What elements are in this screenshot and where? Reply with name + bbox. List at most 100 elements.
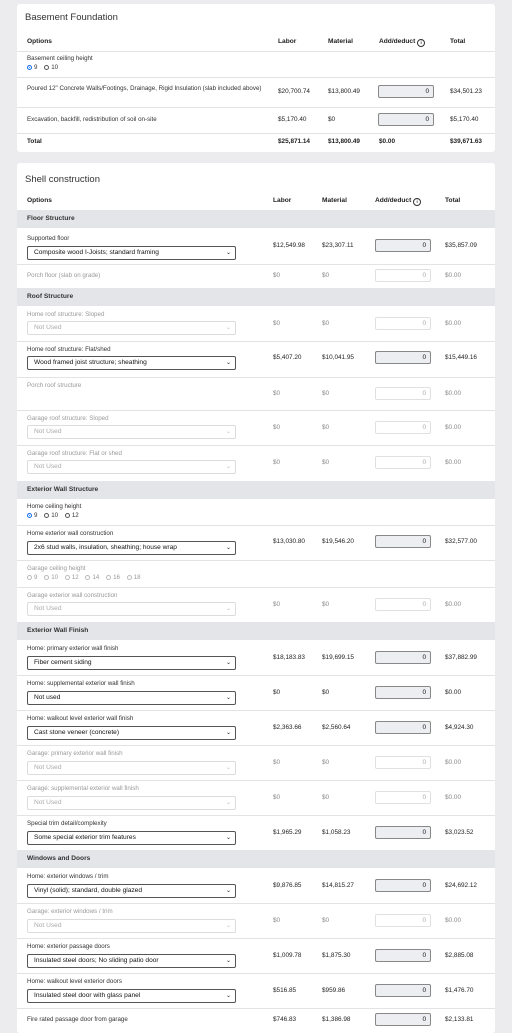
row-home-roof-flat: Home roof structure: Flat/shed Wood fram… [17,341,495,378]
garage-roof-sloped-select[interactable]: Not Used ⌄ [27,425,236,439]
adjust-input[interactable]: 0 [375,686,431,699]
total-value: $15,449.16 [445,354,477,361]
radio-unselected[interactable] [64,513,70,518]
home-passage-doors-select[interactable]: Insulated steel doors; No sliding patio … [27,954,236,968]
info-icon[interactable]: i [413,198,422,206]
labor-value: $0 [273,272,281,279]
total-value: $5,170.40 [450,116,479,123]
garage-windows-select[interactable]: Not Used ⌄ [27,919,236,933]
radio-option-16[interactable]: 16 [106,574,120,581]
adjust-input[interactable]: 0 [375,535,431,548]
total-value: $35,857.09 [445,242,477,249]
adjust-input[interactable]: 0 [375,387,431,400]
row-home-supp-finish: Home: supplemental exterior wall finish … [17,675,495,711]
select-value: Not Used [34,324,62,331]
radio-option-9[interactable]: 9 [27,512,37,519]
home-primary-finish-select[interactable]: Fiber cement siding ⌄ [27,656,236,670]
adjust-input[interactable]: 0 [375,598,431,611]
row-fire-door: Fire rated passage door from garage $746… [17,1008,495,1033]
material-value: $10,041.95 [322,354,354,361]
radio-option-18[interactable]: 18 [126,574,141,581]
radio-option-12[interactable]: 12 [64,512,79,519]
total-value: $3,023.52 [445,829,474,836]
home-roof-flat-select[interactable]: Wood framed joist structure; sheathing ⌄ [27,356,236,370]
radio-unselected[interactable] [27,575,32,580]
adjust-input[interactable]: 0 [375,826,431,839]
adjust-input[interactable]: 0 [375,1013,431,1026]
row-home-passage-doors: Home: exterior passage doors Insulated s… [17,938,495,974]
radio-option-12[interactable]: 12 [64,574,79,581]
material-value: $14,815.27 [322,882,354,889]
adjust-input[interactable]: 0 [375,949,431,962]
select-value: Insulated steel door with glass panel [34,992,141,999]
radio-unselected[interactable] [44,575,50,580]
radio-option-9[interactable]: 9 [27,574,37,581]
shell-title: Shell construction [25,174,100,185]
row-label: Home: walkout level exterior wall finish [27,715,134,722]
adjust-input[interactable]: 0 [375,791,431,804]
radio-unselected[interactable] [85,575,91,580]
adjust-input[interactable]: 0 [375,756,431,769]
basement-excavation-row: Excavation, backfill, redistribution of … [17,107,495,134]
radio-unselected[interactable] [44,65,50,70]
adjust-input[interactable]: 0 [375,317,431,330]
labor-value: $9,876.85 [273,882,302,889]
basement-ceiling-label: Basement ceiling height [27,55,93,62]
radio-unselected[interactable] [44,513,50,518]
adjust-input[interactable]: 0 [378,113,434,126]
radio-unselected[interactable] [106,575,112,580]
home-walkout-doors-select[interactable]: Insulated steel door with glass panel ⌄ [27,989,236,1003]
labor-value: $746.83 [273,1016,297,1023]
radio-label: 18 [133,574,141,581]
adjust-input[interactable]: 0 [375,984,431,997]
adjust-input[interactable]: 0 [375,914,431,927]
select-value: Wood framed joist structure; sheathing [34,359,147,366]
select-value: Fiber cement siding [34,659,92,666]
adjust-input[interactable]: 0 [378,85,434,98]
row-label: Special trim detail/complexity [27,820,107,827]
home-supp-finish-select[interactable]: Not used ⌄ [27,691,236,705]
row-label: Home: exterior windows / trim [27,873,109,880]
radio-selected[interactable] [27,513,32,518]
row-label: Garage roof structure: Flat or shed [27,450,122,457]
radio-option-10[interactable]: 10 [44,64,58,71]
section-floor-structure: Floor Structure [17,210,495,228]
material-value: $19,699.15 [322,654,354,661]
supported-floor-select[interactable]: Composite wood I-Joists; standard framin… [27,246,236,260]
row-label: Fire rated passage door from garage [27,1016,128,1023]
home-walkout-finish-select[interactable]: Cast stone veneer (concrete) ⌄ [27,726,236,740]
adjust-input[interactable]: 0 [375,651,431,664]
row-garage-ext-wall: Garage exterior wall construction Not Us… [17,587,495,622]
adjust-input[interactable]: 0 [375,879,431,892]
adjust-input[interactable]: 0 [375,456,431,469]
radio-selected[interactable] [27,65,32,70]
adjust-input[interactable]: 0 [375,721,431,734]
labor-value: $1,009.78 [273,952,302,959]
garage-ext-wall-select[interactable]: Not Used ⌄ [27,602,236,616]
adjust-input[interactable]: 0 [375,421,431,434]
grand-total: $39,671.63 [450,138,482,145]
info-icon[interactable]: i [417,39,426,47]
adjust-input[interactable]: 0 [375,239,431,252]
home-ceiling-radios: 9 10 12 [27,512,84,519]
home-roof-sloped-select[interactable]: Not Used ⌄ [27,321,236,335]
radio-unselected[interactable] [64,575,70,580]
radio-unselected[interactable] [126,575,132,580]
home-windows-select[interactable]: Vinyl (solid); standard, double glazed ⌄ [27,884,236,898]
garage-supp-finish-select[interactable]: Not Used ⌄ [27,796,236,810]
special-trim-select[interactable]: Some special exterior trim features ⌄ [27,831,236,845]
radio-option-14[interactable]: 14 [85,574,99,581]
radio-option-10[interactable]: 10 [44,574,58,581]
adjust-input[interactable]: 0 [375,269,431,282]
select-value: Composite wood I-Joists; standard framin… [34,249,159,256]
home-ext-wall-select[interactable]: 2x6 stud walls, insulation, sheathing; h… [27,541,236,555]
garage-primary-finish-select[interactable]: Not Used ⌄ [27,761,236,775]
chevron-down-icon: ⌄ [225,325,231,331]
chevron-down-icon: ⌄ [225,695,231,701]
col-total: Total [445,197,461,204]
adjust-input[interactable]: 0 [375,351,431,364]
labor-total: $25,871.14 [278,138,310,145]
radio-option-9[interactable]: 9 [27,64,37,71]
radio-option-10[interactable]: 10 [44,512,58,519]
garage-roof-flat-select[interactable]: Not Used ⌄ [27,460,236,474]
